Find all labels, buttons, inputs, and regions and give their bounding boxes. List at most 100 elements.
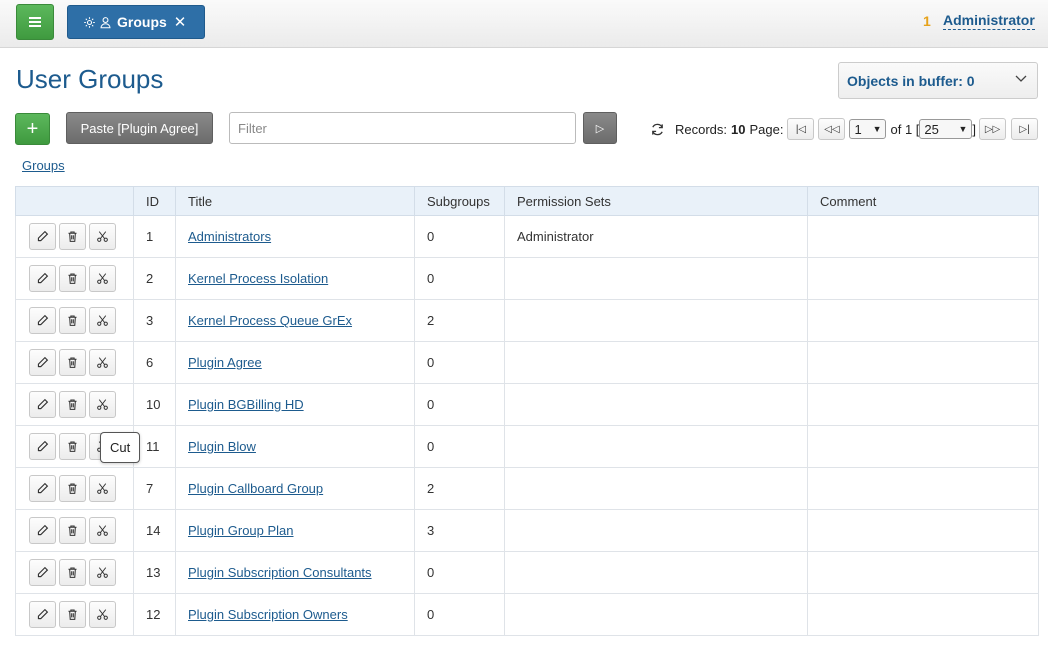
page-size-select[interactable]: 25 ▼ [919, 119, 973, 139]
header-title[interactable]: Title [175, 186, 415, 216]
cell-comment [807, 467, 1039, 510]
cut-button[interactable] [89, 517, 116, 544]
cut-button[interactable] [89, 475, 116, 502]
trash-icon [68, 315, 77, 326]
scissors-icon [97, 567, 108, 578]
cell-comment [807, 509, 1039, 552]
cut-button[interactable] [89, 223, 116, 250]
add-group-button[interactable]: + [15, 113, 50, 145]
filter-input[interactable] [229, 112, 576, 144]
cut-button[interactable] [89, 391, 116, 418]
group-title-link[interactable]: Plugin Agree [188, 355, 262, 370]
edit-button[interactable] [29, 349, 56, 376]
group-title-link[interactable]: Kernel Process Queue GrEx [188, 313, 352, 328]
edit-button[interactable] [29, 265, 56, 292]
page-select[interactable]: 1 ▼ [849, 119, 887, 139]
tab-label: Groups [117, 14, 167, 30]
cut-button[interactable] [89, 349, 116, 376]
delete-button[interactable] [59, 517, 86, 544]
table-row: 3 Kernel Process Queue GrEx 2 [15, 299, 1039, 342]
table-row: 12 Plugin Subscription Owners 0 [15, 593, 1039, 636]
last-page-button[interactable]: ▷| [1011, 118, 1039, 140]
group-title-link[interactable]: Kernel Process Isolation [188, 271, 328, 286]
cut-button[interactable] [89, 559, 116, 586]
edit-button[interactable] [29, 391, 56, 418]
breadcrumb-groups[interactable]: Groups [22, 158, 65, 173]
edit-button[interactable] [29, 601, 56, 628]
plus-icon: + [26, 117, 39, 140]
pencil-icon [37, 272, 49, 284]
trash-icon [68, 399, 77, 410]
cell-comment [807, 299, 1039, 342]
pencil-icon [37, 230, 49, 242]
page-select-value: 1 [854, 121, 862, 137]
gear-icon [81, 14, 97, 30]
edit-button[interactable] [29, 559, 56, 586]
last-page-icon: ▷| [1019, 123, 1030, 135]
pencil-icon [37, 314, 49, 326]
header-comment[interactable]: Comment [807, 186, 1039, 216]
records-label: Records: [675, 121, 728, 137]
edit-button[interactable] [29, 307, 56, 334]
group-title-link[interactable]: Plugin Group Plan [188, 523, 294, 538]
scissors-icon [97, 357, 108, 368]
group-title-link[interactable]: Administrators [188, 229, 271, 244]
menu-button[interactable] [16, 4, 54, 40]
refresh-icon[interactable] [648, 120, 666, 138]
group-title-link[interactable]: Plugin Callboard Group [188, 481, 323, 496]
edit-button[interactable] [29, 517, 56, 544]
trash-icon [68, 441, 77, 452]
table-row: 1 Administrators 0 Administrator [15, 215, 1039, 258]
header-actions [15, 186, 134, 216]
delete-button[interactable] [59, 349, 86, 376]
cell-title: Plugin Group Plan [175, 509, 415, 552]
objects-buffer-dropdown[interactable]: Objects in buffer: 0 [838, 62, 1038, 99]
scissors-icon [97, 399, 108, 410]
delete-button[interactable] [59, 391, 86, 418]
apply-filter-button[interactable]: ▷ [583, 112, 617, 144]
header-id[interactable]: ID [133, 186, 176, 216]
group-title-link[interactable]: Plugin BGBilling HD [188, 397, 304, 412]
next-page-button[interactable]: ▷▷ [979, 118, 1007, 140]
group-title-link[interactable]: Plugin Subscription Consultants [188, 565, 372, 580]
cut-button[interactable] [89, 307, 116, 334]
row-actions [15, 383, 134, 426]
delete-button[interactable] [59, 559, 86, 586]
close-icon[interactable]: ✕ [174, 13, 187, 31]
row-actions [15, 467, 134, 510]
tab-groups[interactable]: Groups ✕ [67, 5, 205, 39]
delete-button[interactable] [59, 307, 86, 334]
cell-permission-sets [504, 593, 808, 636]
cell-id: 7 [133, 467, 176, 510]
scissors-icon [97, 525, 108, 536]
header-permission-sets[interactable]: Permission Sets [504, 186, 808, 216]
pencil-icon [37, 566, 49, 578]
cut-button[interactable] [89, 265, 116, 292]
group-title-link[interactable]: Plugin Blow [188, 439, 256, 454]
header-subgroups[interactable]: Subgroups [414, 186, 505, 216]
user-menu-link[interactable]: Administrator [943, 12, 1035, 30]
cell-subgroups: 2 [414, 299, 505, 342]
cell-id: 12 [133, 593, 176, 636]
cut-button[interactable] [89, 601, 116, 628]
prev-page-button[interactable]: ◁◁ [818, 118, 846, 140]
row-actions [15, 509, 134, 552]
edit-button[interactable] [29, 475, 56, 502]
delete-button[interactable] [59, 265, 86, 292]
cell-id: 6 [133, 341, 176, 384]
pencil-icon [37, 398, 49, 410]
edit-button[interactable] [29, 433, 56, 460]
delete-button[interactable] [59, 433, 86, 460]
paste-button[interactable]: Paste [Plugin Agree] [66, 112, 213, 144]
delete-button[interactable] [59, 601, 86, 628]
delete-button[interactable] [59, 475, 86, 502]
row-actions: Cut [15, 425, 141, 468]
delete-button[interactable] [59, 223, 86, 250]
group-title-link[interactable]: Plugin Subscription Owners [188, 607, 348, 622]
trash-icon [68, 609, 77, 620]
first-page-button[interactable]: |◁ [787, 118, 815, 140]
cell-permission-sets [504, 341, 808, 384]
cell-comment [807, 257, 1039, 300]
edit-button[interactable] [29, 223, 56, 250]
cell-permission-sets [504, 257, 808, 300]
